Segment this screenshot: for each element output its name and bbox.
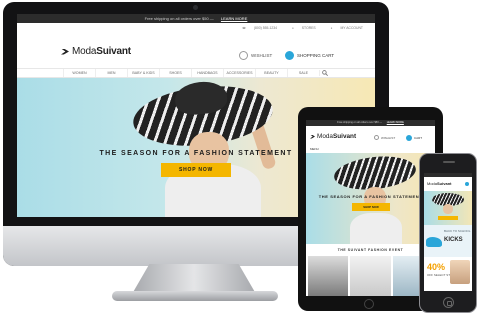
phone-logo[interactable]: ModaSuivant: [427, 181, 451, 186]
tablet-hero-headline: THE SEASON FOR A FASHION STATEMENT: [318, 194, 423, 199]
stores-link[interactable]: ● STORES: [285, 26, 316, 30]
phone-home-button: [443, 297, 454, 308]
site-header: ☎ (800) 555-1234 ● STORES ● MY ACCOUNT Moda…: [17, 23, 375, 68]
tablet-hero-banner: THE SEASON FOR A FASHION STATEMENT SHOP …: [306, 153, 435, 244]
tablet-thumbnail-row: [306, 256, 435, 296]
tablet-header: Moda Suivant WISHLIST CART MENU: [306, 126, 435, 153]
camera-icon: [193, 5, 198, 10]
logo-mark-icon: [61, 48, 69, 55]
tablet-cart-label: CART: [414, 136, 423, 140]
main-nav: WOMEN MEN BABY & KIDS SHOES HANDBAGS ACC…: [17, 68, 375, 78]
monitor-stand: [132, 264, 256, 294]
phone-logo-part1: Moda: [427, 181, 438, 186]
phone-sale-promo[interactable]: 40% OFF SELECT STYLES: [424, 257, 472, 287]
nav-item-women[interactable]: WOMEN: [63, 69, 95, 77]
phone-kicks-promo[interactable]: BACK TO SCHOOL KICKS: [424, 225, 472, 257]
tablet-wishlist-button[interactable]: WISHLIST: [374, 135, 395, 140]
wishlist-button[interactable]: WISHLIST: [239, 51, 272, 60]
phone-promo-kicks: KICKS: [444, 237, 463, 243]
phone-sale-number: 40%: [427, 262, 446, 272]
heart-icon: [239, 51, 248, 60]
learn-more-link[interactable]: LEARN MORE: [221, 16, 247, 21]
user-icon: ●: [330, 26, 333, 30]
shopping-cart-label: SHOPPING CART: [297, 53, 335, 58]
tablet-thumbnail[interactable]: [308, 256, 349, 296]
tablet-hero-model-top: [350, 213, 402, 244]
tablet-shop-now-button[interactable]: SHOP NOW: [352, 203, 390, 211]
nav-item-accessories[interactable]: ACCESSORIES: [223, 69, 255, 77]
cart-icon: [285, 51, 294, 60]
tablet-learn-more-link[interactable]: LEARN MORE: [387, 121, 404, 124]
phone-screen: ModaSuivant BACK TO SCHOOL KICKS 40% OFF…: [424, 173, 472, 291]
phone-promo-brand: BACK TO SCHOOL: [444, 229, 471, 233]
nav-item-shoes[interactable]: SHOES: [159, 69, 191, 77]
phone-logo-part2: Suivant: [437, 181, 452, 186]
phone-header: ModaSuivant: [424, 177, 472, 191]
logo-mark-icon: [310, 134, 315, 139]
logo-text-part2: Suivant: [96, 46, 131, 57]
sneaker-image: [426, 237, 442, 247]
phone-sale-image: [450, 260, 470, 284]
tablet-thumbnail[interactable]: [350, 256, 391, 296]
tablet-cart-button[interactable]: CART: [406, 135, 422, 141]
phone-number: (800) 555-1234: [253, 26, 278, 30]
tablet-menu-button[interactable]: MENU: [310, 147, 319, 151]
phone-shop-now-button[interactable]: [438, 216, 458, 220]
cart-icon: [406, 135, 412, 141]
wishlist-label: WISHLIST: [251, 53, 273, 58]
phone-hero-model-face: [443, 204, 453, 214]
tablet-wishlist-label: WISHLIST: [381, 135, 396, 140]
tablet-event-title: THE SUIVANT FASHION EVENT: [306, 244, 435, 256]
stores-label: STORES: [301, 26, 316, 30]
nav-item-baby-kids[interactable]: BABY & KIDS: [127, 69, 159, 77]
phone-hero-banner: [424, 191, 472, 225]
cart-icon[interactable]: [465, 182, 469, 186]
shopping-cart-button[interactable]: SHOPPING CART: [285, 51, 334, 60]
device-mockup-stage: Free shipping on all orders over $50 — L…: [0, 0, 477, 314]
nav-item-handbags[interactable]: HANDBAGS: [191, 69, 223, 77]
tablet-home-button: [364, 299, 374, 309]
nav-item-beauty[interactable]: BEAUTY: [255, 69, 287, 77]
store-icon: ●: [291, 26, 294, 30]
announcement-text: Free shipping on all orders over $50 —: [144, 16, 214, 21]
tablet-screen: Free shipping on all orders over $50 — L…: [306, 120, 435, 296]
phone-speaker: [443, 161, 455, 163]
nav-item-sale[interactable]: SALE: [287, 69, 319, 77]
account-link[interactable]: ● MY ACCOUNT: [324, 26, 363, 30]
announcement-bar: Free shipping on all orders over $50 — L…: [17, 14, 375, 23]
account-label: MY ACCOUNT: [340, 26, 363, 30]
site-logo[interactable]: Moda Suivant: [61, 46, 131, 57]
phone-icon: ☎: [242, 26, 246, 30]
phone-device: ModaSuivant BACK TO SCHOOL KICKS 40% OFF…: [419, 153, 477, 313]
nav-item-men[interactable]: MEN: [95, 69, 127, 77]
tablet-logo[interactable]: Moda Suivant: [310, 133, 356, 140]
tablet-logo-part2: Suivant: [333, 133, 357, 140]
tablet-announcement-text: Free shipping on all orders over $50 —: [337, 121, 382, 124]
search-icon[interactable]: [319, 70, 329, 76]
tablet-logo-part1: Moda: [317, 133, 333, 140]
shop-now-button[interactable]: SHOP NOW: [161, 163, 231, 177]
utility-links: ☎ (800) 555-1234 ● STORES ● MY ACCOUNT: [228, 26, 363, 30]
monitor-base: [112, 291, 278, 301]
phone-link[interactable]: ☎ (800) 555-1234: [235, 26, 277, 30]
heart-icon: [374, 135, 379, 140]
logo-text-part1: Moda: [72, 46, 97, 57]
